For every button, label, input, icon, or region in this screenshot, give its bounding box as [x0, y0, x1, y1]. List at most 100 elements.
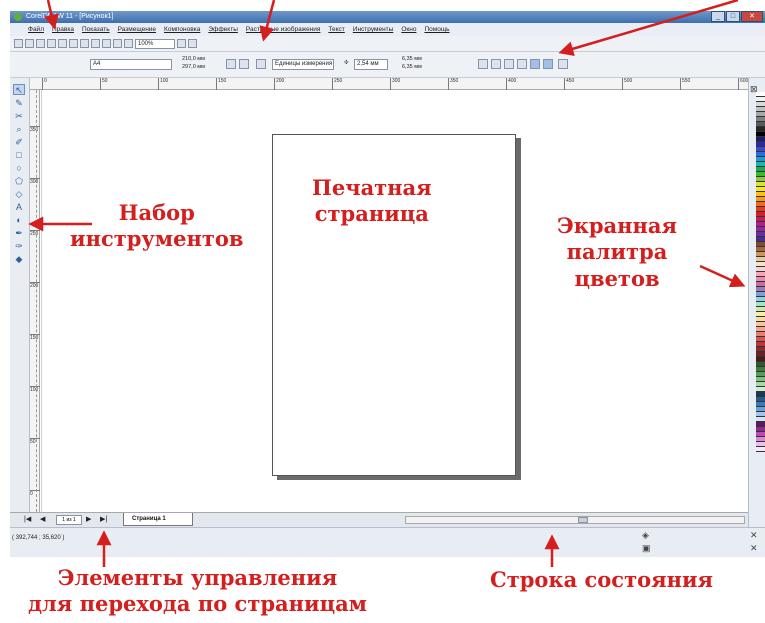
option-icon-5[interactable] — [530, 59, 540, 69]
page-height-field[interactable]: 297,0 мм — [182, 64, 205, 71]
page-count: 1 из 1 — [56, 515, 82, 525]
menu-effects[interactable]: Эффекты — [208, 26, 238, 33]
ruler-tick: 350 — [30, 126, 40, 133]
vertical-ruler[interactable]: 350 300 250 200 150 100 50 0 — [30, 90, 40, 512]
option-icon-3[interactable] — [504, 59, 514, 69]
redo-icon[interactable] — [102, 39, 111, 48]
ruler-tick: 200 — [30, 282, 40, 289]
landscape-icon[interactable] — [239, 59, 249, 69]
app-launcher-icon[interactable] — [177, 39, 186, 48]
ruler-tick: 50 — [100, 78, 108, 90]
menu-tools[interactable]: Инструменты — [353, 26, 394, 33]
pick-tool-icon[interactable]: ↖ — [13, 84, 25, 95]
option-icon-2[interactable] — [491, 59, 501, 69]
outline-indicator-icon[interactable]: ▣ — [642, 543, 651, 554]
previous-page-button[interactable]: ◀ — [40, 515, 45, 523]
menu-view[interactable]: Показать — [82, 26, 110, 33]
app-logo-icon — [14, 13, 22, 21]
eyedropper-tool-icon[interactable]: ✒ — [13, 228, 25, 239]
page-width-field[interactable]: 210,0 мм — [182, 56, 205, 63]
menu-bar: Файл Правка Показать Размещение Компонов… — [10, 23, 765, 36]
maximize-button[interactable]: □ — [726, 11, 740, 22]
polygon-tool-icon[interactable]: ⬠ — [13, 176, 25, 187]
ruler-tick: 250 — [332, 78, 342, 90]
option-icon-1[interactable] — [478, 59, 488, 69]
scrollbar-thumb[interactable] — [578, 517, 588, 523]
ruler-tick: 600 — [738, 78, 748, 90]
corel-online-icon[interactable] — [188, 39, 197, 48]
horizontal-scrollbar[interactable] — [405, 516, 745, 524]
ruler-tick: 300 — [390, 78, 400, 90]
paper-size-select[interactable]: A4 — [90, 59, 172, 70]
new-icon[interactable] — [14, 39, 23, 48]
next-page-button[interactable]: ▶ — [86, 515, 91, 523]
option-icon-6[interactable] — [543, 59, 553, 69]
minimize-button[interactable]: _ — [711, 11, 725, 22]
duplicate-y-field[interactable]: 6,35 мм — [402, 64, 422, 71]
shape-tool-icon[interactable]: ✎ — [13, 98, 25, 109]
standard-toolbar: 100% — [10, 36, 765, 52]
callout-palette: Экранная палитра цветов — [557, 213, 678, 291]
units-select[interactable]: Единицы измерения — [272, 59, 334, 70]
print-icon[interactable] — [47, 39, 56, 48]
palette-swatches — [756, 92, 765, 452]
zoom-select[interactable]: 100% — [135, 38, 175, 49]
text-tool-icon[interactable]: A — [13, 202, 25, 213]
duplicate-x-field[interactable]: 6,35 мм — [402, 56, 422, 63]
knife-tool-icon[interactable]: ✂ — [13, 111, 25, 122]
ruler-tick: 150 — [216, 78, 226, 90]
fill-none-icon[interactable]: ✕ — [750, 530, 758, 541]
callout-toolbox: Набор инструментов — [70, 200, 244, 252]
palette-swatch[interactable] — [756, 447, 765, 452]
undo-icon[interactable] — [91, 39, 100, 48]
ruler-tick: 200 — [274, 78, 284, 90]
units-icon — [256, 59, 266, 69]
last-page-button[interactable]: ▶| — [100, 515, 107, 523]
menu-layout[interactable]: Размещение — [118, 26, 156, 33]
ruler-tick: 350 — [448, 78, 458, 90]
horizontal-ruler[interactable]: 0 50 100 150 200 250 300 350 400 450 500 550 600 — [30, 78, 748, 90]
import-icon[interactable] — [113, 39, 122, 48]
outline-tool-icon[interactable]: ✑ — [13, 241, 25, 252]
page-tab[interactable]: Страница 1 — [123, 513, 193, 526]
ruler-tick: 100 — [30, 386, 40, 393]
close-button[interactable]: ✕ — [741, 11, 763, 22]
option-icon-7[interactable] — [558, 59, 568, 69]
interactive-tool-icon[interactable]: ◐ — [13, 215, 25, 226]
menu-help[interactable]: Помощь — [424, 26, 449, 33]
property-bar: A4 210,0 мм 297,0 мм Единицы измерения ✣… — [10, 52, 765, 78]
option-icon-4[interactable] — [517, 59, 527, 69]
ruler-tick: 0 — [42, 78, 47, 90]
nudge-field[interactable]: 2,54 мм — [354, 59, 388, 70]
export-icon[interactable] — [124, 39, 133, 48]
zoom-tool-icon[interactable]: ⌕ — [13, 124, 25, 135]
menu-bitmaps[interactable]: Растровые изображения — [246, 26, 321, 33]
rectangle-tool-icon[interactable]: □ — [13, 150, 25, 161]
ruler-tick: 0 — [30, 490, 40, 497]
portrait-icon[interactable] — [226, 59, 236, 69]
freehand-tool-icon[interactable]: ✐ — [13, 137, 25, 148]
page-navigator: |◀ ◀ 1 из 1 ▶ ▶| Страница 1 — [10, 512, 748, 527]
first-page-button[interactable]: |◀ — [24, 515, 31, 523]
menu-text[interactable]: Текст — [328, 26, 344, 33]
menu-file[interactable]: Файл — [28, 26, 44, 33]
ruler-tick: 450 — [564, 78, 574, 90]
menu-window[interactable]: Окно — [401, 26, 416, 33]
copy-icon[interactable] — [69, 39, 78, 48]
basic-shapes-tool-icon[interactable]: ◇ — [13, 189, 25, 200]
outline-none-icon[interactable]: ✕ — [750, 543, 758, 554]
save-icon[interactable] — [36, 39, 45, 48]
open-icon[interactable] — [25, 39, 34, 48]
ruler-tick: 100 — [158, 78, 168, 90]
status-bar: ( 392,744 ; 35,620 ) ◈ ▣ ✕ ✕ — [10, 527, 765, 557]
ellipse-tool-icon[interactable]: ○ — [13, 163, 25, 174]
nudge-icon: ✣ — [344, 60, 349, 66]
menu-arrange[interactable]: Компоновка — [164, 26, 200, 33]
toolbox: ↖ ✎ ✂ ⌕ ✐ □ ○ ⬠ ◇ A ◐ ✒ ✑ ◆ — [10, 78, 30, 512]
fill-tool-icon[interactable]: ◆ — [13, 254, 25, 265]
menu-edit[interactable]: Правка — [52, 26, 74, 33]
cut-icon[interactable] — [58, 39, 67, 48]
fill-indicator-icon[interactable]: ◈ — [642, 530, 649, 541]
paste-icon[interactable] — [80, 39, 89, 48]
ruler-tick: 300 — [30, 178, 40, 185]
